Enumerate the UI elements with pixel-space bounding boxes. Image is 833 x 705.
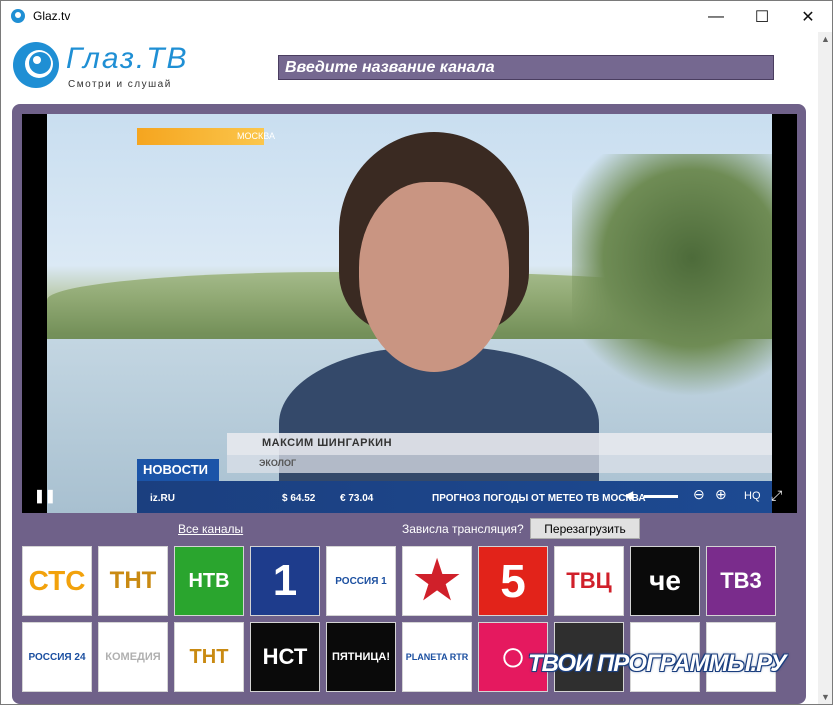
- logo-text: Глаз.ТВ: [66, 42, 189, 75]
- video-player[interactable]: МОСКВА МАКСИМ ШИНГАРКИН ЭКОЛОГ НОВОСТИ i…: [22, 114, 797, 513]
- channel-search-input[interactable]: [278, 55, 774, 80]
- scroll-up-icon[interactable]: ▲: [821, 34, 830, 44]
- volume-icon[interactable]: ◀: [624, 488, 633, 502]
- title-bar[interactable]: Glaz.tv — ☐ ✕: [1, 1, 832, 32]
- vertical-scrollbar[interactable]: ▲ ▼: [818, 32, 832, 704]
- channel-logo: 5: [500, 555, 526, 607]
- channel-logo: РОССИЯ 24: [28, 651, 86, 663]
- channel-tile[interactable]: НТВ: [174, 546, 244, 616]
- logo-eye-icon: [13, 42, 59, 88]
- channel-tile[interactable]: ПЯТНИЦА!: [326, 622, 396, 692]
- channel-tile[interactable]: КОМЕДИЯ: [98, 622, 168, 692]
- channel-tile[interactable]: PLANETA RTR: [402, 622, 472, 692]
- scroll-down-icon[interactable]: ▼: [821, 692, 830, 702]
- news-label: НОВОСТИ: [137, 459, 219, 481]
- channel-logo: КОМЕДИЯ: [105, 651, 161, 663]
- minimize-button[interactable]: —: [693, 1, 739, 32]
- watermark: ТВОИ ПРОГРАММЫ.РУ: [528, 650, 786, 677]
- channel-tile[interactable]: ТНТ: [174, 622, 244, 692]
- logo-tagline: Смотри и слушай: [68, 79, 172, 90]
- zoom-out-icon[interactable]: ⊖: [693, 486, 705, 503]
- channel-logo: ТВЦ: [566, 568, 612, 593]
- channel-logo: ТНТ: [109, 567, 157, 594]
- app-window: Glaz.tv — ☐ ✕ Глаз.ТВ Смотри и слушай Вв…: [0, 0, 833, 705]
- channel-tile[interactable]: ТНТ: [98, 546, 168, 616]
- quality-toggle[interactable]: HQ: [744, 490, 761, 502]
- person-name: МАКСИМ ШИНГАРКИН: [262, 437, 393, 449]
- fullscreen-icon[interactable]: ⤢: [771, 487, 782, 504]
- channel-tile[interactable]: СТС: [22, 546, 92, 616]
- volume-slider[interactable]: [644, 495, 678, 498]
- channel-logo: ТВ3: [720, 568, 762, 593]
- pause-button[interactable]: ❚❚: [34, 489, 56, 503]
- channel-tile[interactable]: НСТ: [250, 622, 320, 692]
- freeze-question: Зависла трансляция?: [402, 522, 524, 536]
- person-role: ЭКОЛОГ: [259, 458, 297, 468]
- channel-logo: 1: [272, 556, 298, 605]
- ticker-text: ПРОГНОЗ ПОГОДЫ ОТ МЕТЕО ТВ МОСКВА: [432, 493, 646, 504]
- channel-logo: че: [649, 565, 681, 596]
- app-icon: [11, 9, 25, 23]
- ticker-eur-rate: € 73.04: [340, 493, 374, 504]
- channel-tile[interactable]: РОССИЯ 24: [22, 622, 92, 692]
- window-title: Glaz.tv: [33, 9, 71, 23]
- channel-logo: НСТ: [262, 644, 308, 669]
- close-button[interactable]: ✕: [785, 1, 831, 32]
- channel-logo: ★: [413, 552, 461, 610]
- channel-logo: PLANETA RTR: [405, 652, 469, 662]
- channel-logo: ○: [499, 632, 527, 681]
- channel-logo: СТС: [28, 565, 86, 596]
- channel-tile[interactable]: ТВ3: [706, 546, 776, 616]
- channel-tile[interactable]: 5: [478, 546, 548, 616]
- channel-logo: ПЯТНИЦА!: [331, 651, 391, 663]
- all-channels-link[interactable]: Все каналы: [178, 522, 243, 536]
- channel-tile[interactable]: ТВЦ: [554, 546, 624, 616]
- channel-tile[interactable]: ★: [402, 546, 472, 616]
- reload-button[interactable]: Перезагрузить: [530, 518, 640, 539]
- channel-tile[interactable]: че: [630, 546, 700, 616]
- ticker-site: iz.RU: [150, 493, 175, 504]
- ticker-usd-rate: $ 64.52: [282, 493, 316, 504]
- player-panel: МОСКВА МАКСИМ ШИНГАРКИН ЭКОЛОГ НОВОСТИ i…: [12, 104, 806, 704]
- main-content: Глаз.ТВ Смотри и слушай МОСКВА МАКСИМ ШИ: [2, 32, 818, 704]
- channel-logo: РОССИЯ 1: [335, 575, 387, 587]
- zoom-in-icon[interactable]: ⊕: [715, 486, 727, 503]
- channel-tile[interactable]: РОССИЯ 1: [326, 546, 396, 616]
- channel-tile[interactable]: 1: [250, 546, 320, 616]
- maximize-button[interactable]: ☐: [739, 1, 785, 32]
- channel-logo: НТВ: [188, 569, 230, 592]
- channel-logo: ТНТ: [189, 645, 229, 668]
- location-tag: МОСКВА: [137, 128, 275, 145]
